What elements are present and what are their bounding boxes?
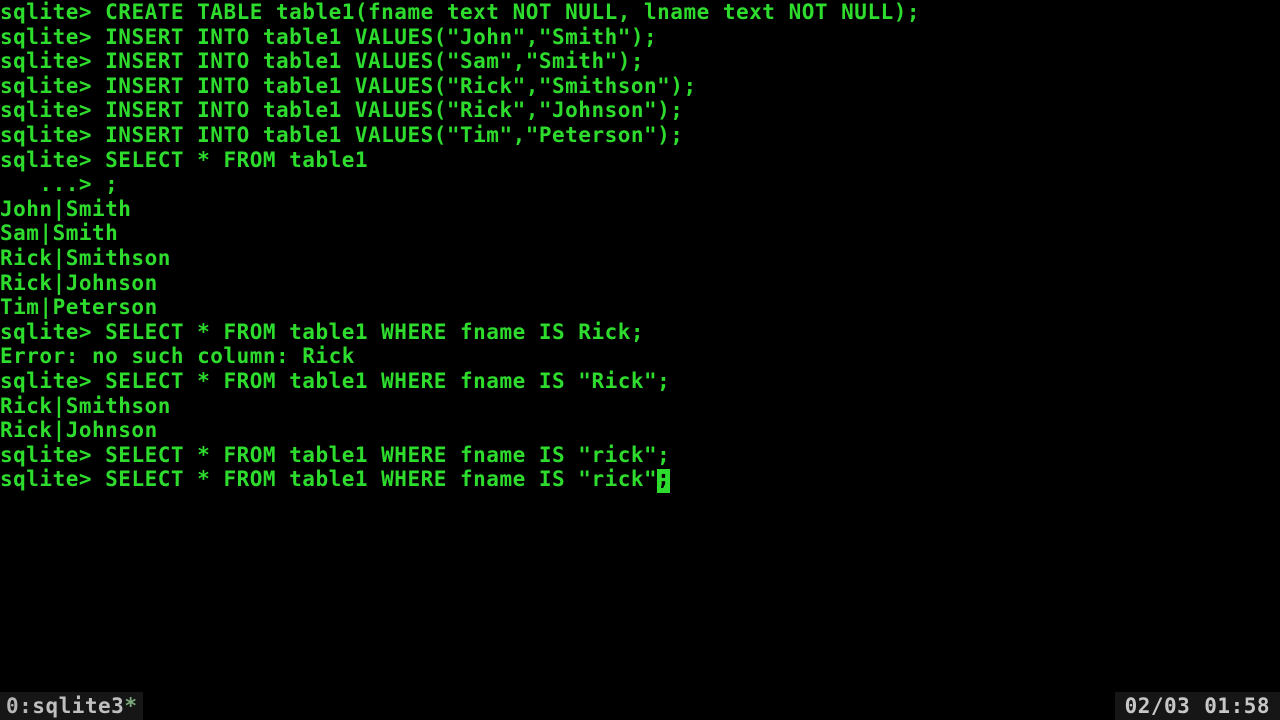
terminal-line: sqlite> INSERT INTO table1 VALUES("John"… [0,25,1280,50]
sqlite-prompt: sqlite> [0,123,105,147]
sqlite-prompt: sqlite> [0,25,105,49]
terminal-area[interactable]: sqlite> CREATE TABLE table1(fname text N… [0,0,1280,720]
terminal-line-current[interactable]: sqlite> SELECT * FROM table1 WHERE fname… [0,467,1280,492]
query-output-row: Sam|Smith [0,221,1280,246]
terminal-line: sqlite> SELECT * FROM table1 WHERE fname… [0,443,1280,468]
tmux-window-tab[interactable]: 0:sqlite3* [0,692,143,720]
status-counter: 02/03 [1125,694,1191,719]
sql-command: SELECT * FROM table1 [105,148,368,172]
status-clock: 01:58 [1204,694,1270,719]
sqlite-prompt: sqlite> [0,369,105,393]
sqlite-prompt: sqlite> [0,320,105,344]
sqlite-prompt: sqlite> [0,98,105,122]
sqlite-prompt: sqlite> [0,49,105,73]
query-output-row: Rick|Johnson [0,271,1280,296]
terminal-line: sqlite> CREATE TABLE table1(fname text N… [0,0,1280,25]
sql-command: CREATE TABLE table1(fname text NOT NULL,… [105,0,920,24]
sql-command: SELECT * FROM table1 WHERE fname IS "Ric… [105,369,670,393]
terminal-line: sqlite> SELECT * FROM table1 WHERE fname… [0,369,1280,394]
query-output-row: Rick|Smithson [0,394,1280,419]
sql-command: SELECT * FROM table1 WHERE fname IS "ric… [105,443,670,467]
query-output-row: Rick|Smithson [0,246,1280,271]
terminal-line: sqlite> INSERT INTO table1 VALUES("Tim",… [0,123,1280,148]
tmux-active-marker: * [124,694,137,718]
tmux-statusbar: 0:sqlite3* 02/03 01:58 [0,692,1280,720]
query-output-row: Tim|Peterson [0,295,1280,320]
text-cursor [657,469,670,493]
terminal-line: sqlite> INSERT INTO table1 VALUES("Rick"… [0,98,1280,123]
sql-command: SELECT * FROM table1 WHERE fname IS "ric… [105,467,657,491]
terminal-line: sqlite> SELECT * FROM table1 WHERE fname… [0,320,1280,345]
terminal-line: sqlite> INSERT INTO table1 VALUES("Sam",… [0,49,1280,74]
terminal-line: ...> ; [0,172,1280,197]
sql-command: ; [105,172,118,196]
query-output-row: John|Smith [0,197,1280,222]
sqlite-cont-prompt: ...> [0,172,105,196]
sql-command: INSERT INTO table1 VALUES("Rick","Smiths… [105,74,696,98]
error-output: Error: no such column: Rick [0,344,1280,369]
terminal-line: sqlite> SELECT * FROM table1 [0,148,1280,173]
sqlite-prompt: sqlite> [0,74,105,98]
terminal-line: sqlite> INSERT INTO table1 VALUES("Rick"… [0,74,1280,99]
sql-command: SELECT * FROM table1 WHERE fname IS Rick… [105,320,644,344]
sqlite-prompt: sqlite> [0,148,105,172]
sql-command: INSERT INTO table1 VALUES("Sam","Smith")… [105,49,644,73]
sqlite-prompt: sqlite> [0,443,105,467]
query-output-row: Rick|Johnson [0,418,1280,443]
tmux-status-right: 02/03 01:58 [1115,692,1280,720]
tmux-window-name: sqlite3 [32,694,124,718]
sqlite-prompt: sqlite> [0,467,105,491]
tmux-window-index: 0: [6,694,32,719]
sql-command: INSERT INTO table1 VALUES("John","Smith"… [105,25,657,49]
sql-command: INSERT INTO table1 VALUES("Rick","Johnso… [105,98,683,122]
sql-command: INSERT INTO table1 VALUES("Tim","Peterso… [105,123,683,147]
sqlite-prompt: sqlite> [0,0,105,24]
